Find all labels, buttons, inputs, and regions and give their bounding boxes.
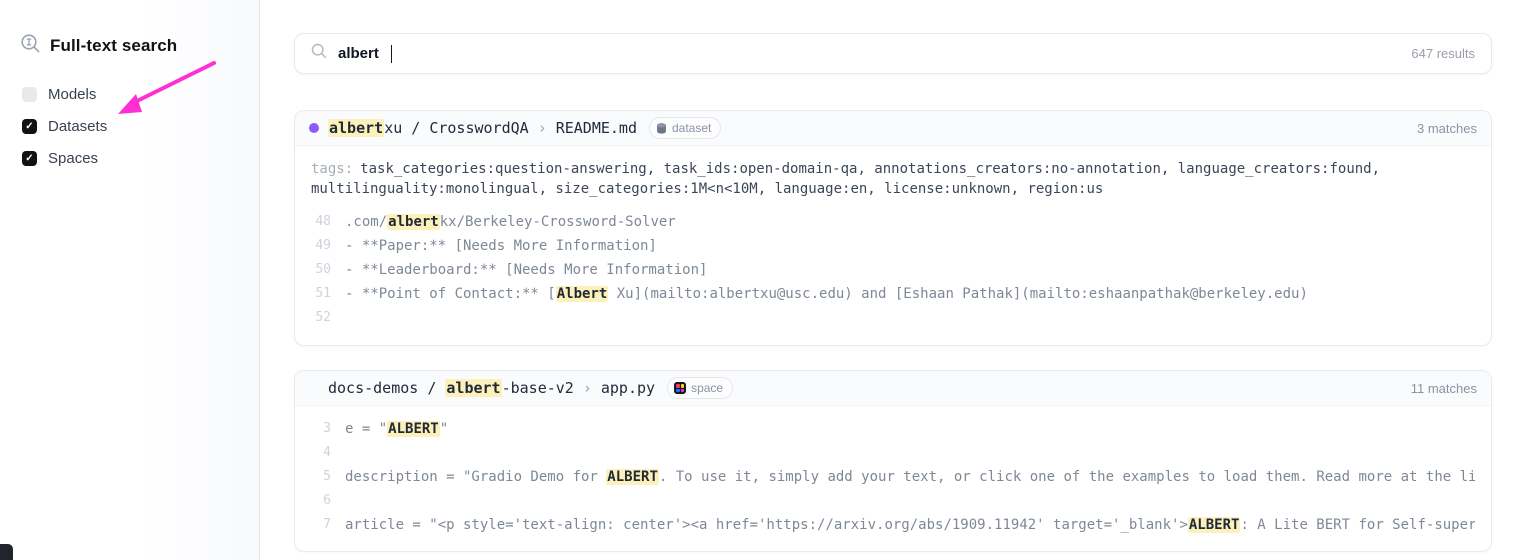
search-input[interactable]: albert	[338, 45, 379, 62]
results-count: 647 results	[1411, 46, 1475, 61]
code-line: 5 description = "Gradio Demo for ALBERT. …	[301, 465, 1475, 489]
line-number[interactable]: 4	[301, 441, 331, 465]
avatar	[309, 123, 319, 133]
filter-datasets[interactable]: ✓ Datasets	[22, 118, 107, 135]
match-count: 11 matches	[1411, 381, 1477, 396]
datasets-checkbox[interactable]: ✓	[22, 119, 37, 134]
line-number[interactable]: 49	[301, 234, 331, 258]
line-number[interactable]: 48	[301, 210, 331, 234]
result-header: docs-demos / albert-base-v2 › app.py spa…	[295, 371, 1491, 406]
repo-link[interactable]: albertxu / CrosswordQA	[328, 119, 529, 137]
text-caret	[391, 45, 393, 63]
filter-models[interactable]: Models	[22, 86, 107, 103]
code-snippet: 48 .com/albertkx/Berkeley-Crossword-Solve…	[295, 199, 1491, 330]
page-title: Full-text search	[50, 36, 177, 56]
file-link[interactable]: app.py	[601, 379, 655, 397]
code-text: e = "ALBERT"	[345, 417, 1475, 441]
search-term-highlight: ALBERT	[1188, 517, 1241, 533]
code-snippet: 3 e = "ALBERT" 45 description = "Gradio Dem…	[295, 406, 1491, 537]
line-number[interactable]: 52	[301, 306, 331, 330]
filter-label: Datasets	[48, 118, 107, 135]
code-text	[345, 306, 1475, 330]
line-number[interactable]: 3	[301, 417, 331, 441]
code-text: - **Leaderboard:** [Needs More Informati…	[345, 258, 1475, 282]
chevron-right-icon: ›	[538, 119, 547, 137]
tags-line: tags:task_categories:question-answering,…	[295, 146, 1491, 199]
line-number[interactable]: 50	[301, 258, 331, 282]
search-term-highlight: albert	[328, 119, 384, 137]
search-term-highlight: ALBERT	[606, 469, 659, 485]
space-grid-icon	[674, 382, 686, 394]
line-number[interactable]: 5	[301, 465, 331, 489]
code-line: 52	[301, 306, 1475, 330]
search-term-highlight: ALBERT	[387, 421, 440, 437]
sidebar-header: Full-text search	[20, 33, 177, 59]
filter-sidebar: Full-text search Models ✓ Datasets ✓ Spa…	[0, 0, 260, 560]
code-line: 51 - **Point of Contact:** [Albert Xu](ma…	[301, 282, 1475, 306]
result-header: albertxu / CrosswordQA › README.md datas…	[295, 111, 1491, 146]
tags-value: task_categories:question-answering, task…	[311, 161, 1380, 197]
search-result-space: docs-demos / albert-base-v2 › app.py spa…	[294, 370, 1492, 552]
line-number[interactable]: 6	[301, 489, 331, 513]
code-line: 3 e = "ALBERT"	[301, 417, 1475, 441]
line-number[interactable]: 7	[301, 513, 331, 537]
filter-list: Models ✓ Datasets ✓ Spaces	[22, 86, 107, 167]
search-icon	[311, 43, 327, 64]
text-search-icon	[20, 33, 41, 59]
code-text: article = "<p style='text-align: center'…	[345, 513, 1475, 537]
badge-label: dataset	[672, 121, 711, 135]
repo-link[interactable]: docs-demos / albert-base-v2	[328, 379, 574, 397]
code-text: - **Paper:** [Needs More Information]	[345, 234, 1475, 258]
chevron-right-icon: ›	[583, 379, 592, 397]
space-badge: space	[667, 377, 733, 399]
code-line: 49 - **Paper:** [Needs More Information]	[301, 234, 1475, 258]
dataset-badge: dataset	[649, 117, 721, 139]
code-text	[345, 489, 1475, 513]
search-result-dataset: albertxu / CrosswordQA › README.md datas…	[294, 110, 1492, 346]
code-line: 6	[301, 489, 1475, 513]
code-text: - **Point of Contact:** [Albert Xu](mail…	[345, 282, 1475, 306]
code-text: .com/albertkx/Berkeley-Crossword-Solver	[345, 210, 1475, 234]
database-icon	[656, 123, 667, 134]
code-text	[345, 441, 1475, 465]
filter-label: Models	[48, 86, 96, 103]
search-term-highlight: albert	[387, 214, 440, 230]
line-number[interactable]: 51	[301, 282, 331, 306]
filter-label: Spaces	[48, 150, 98, 167]
search-bar: albert 647 results	[294, 33, 1492, 74]
filter-spaces[interactable]: ✓ Spaces	[22, 150, 107, 167]
spaces-checkbox[interactable]: ✓	[22, 151, 37, 166]
code-line: 48 .com/albertkx/Berkeley-Crossword-Solve…	[301, 210, 1475, 234]
code-line: 50 - **Leaderboard:** [Needs More Informa…	[301, 258, 1475, 282]
code-line: 7 article = "<p style='text-align: center…	[301, 513, 1475, 537]
code-text: description = "Gradio Demo for ALBERT. T…	[345, 465, 1475, 489]
badge-label: space	[691, 381, 723, 395]
offscreen-element	[0, 544, 13, 560]
models-checkbox[interactable]	[22, 87, 37, 102]
tags-label: tags:	[311, 161, 353, 177]
search-term-highlight: Albert	[556, 286, 609, 302]
match-count: 3 matches	[1417, 121, 1477, 136]
code-line: 4	[301, 441, 1475, 465]
search-term-highlight: albert	[445, 379, 501, 397]
file-link[interactable]: README.md	[556, 119, 637, 137]
